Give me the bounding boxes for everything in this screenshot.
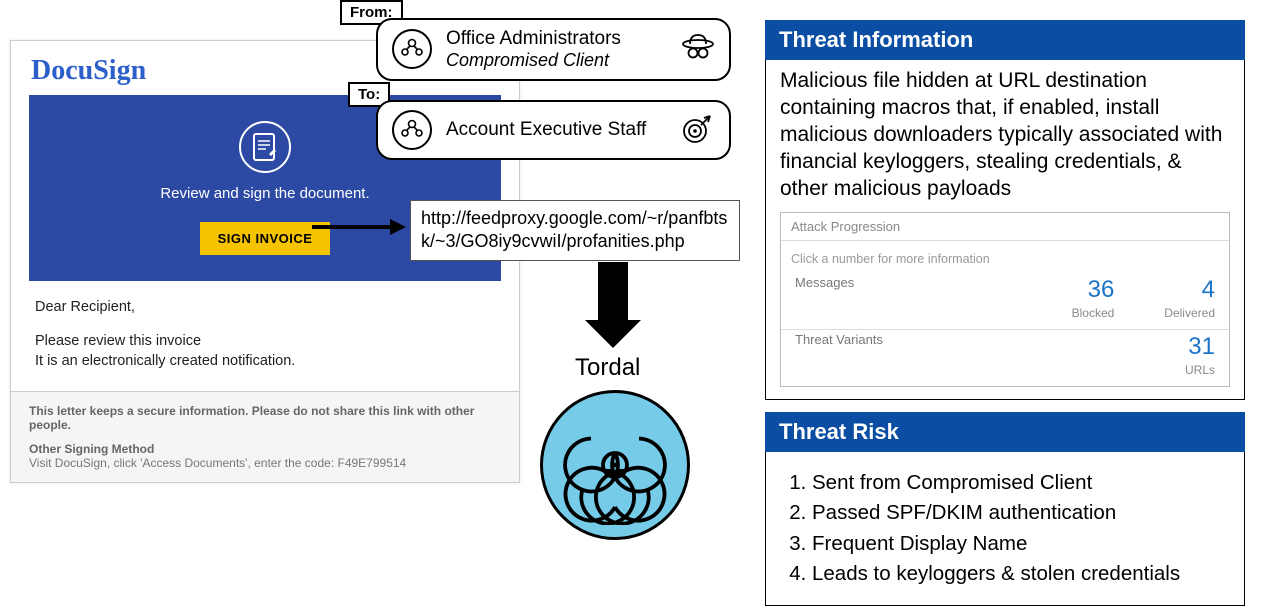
from-subtitle: Compromised Client — [446, 50, 621, 71]
people-icon — [392, 110, 432, 150]
biohazard-icon — [540, 390, 690, 540]
right-column: Threat Information Malicious file hidden… — [765, 20, 1245, 606]
down-arrow-icon — [585, 262, 641, 348]
email-line-1: Please review this invoice — [35, 333, 495, 349]
document-svg-icon — [252, 132, 278, 162]
footer-method-text: Visit DocuSign, click 'Access Documents'… — [29, 456, 501, 470]
threat-risk-item: Leads to keyloggers & stolen credentials — [812, 559, 1230, 589]
threat-risk-panel: Threat Risk Sent from Compromised Client… — [765, 412, 1245, 606]
target-icon — [681, 113, 715, 147]
footer-method-title: Other Signing Method — [29, 442, 501, 456]
arrow-head-icon — [390, 219, 406, 235]
stats-row-variants: Threat Variants 31 URLs — [781, 330, 1229, 386]
blocked-count[interactable]: 36 — [1072, 275, 1115, 306]
to-title: Account Executive Staff — [446, 119, 646, 141]
threat-info-header: Threat Information — [765, 20, 1245, 60]
to-callout: Account Executive Staff — [376, 100, 731, 160]
delivered-label: Delivered — [1164, 306, 1215, 321]
malicious-url-box: http://feedproxy.google.com/~r/panfbtsk/… — [410, 200, 740, 261]
from-title: Office Administrators — [446, 28, 621, 50]
threat-info-body: Malicious file hidden at URL destination… — [765, 60, 1245, 400]
stats-row-label: Threat Variants — [795, 332, 1185, 349]
threat-risk-item: Passed SPF/DKIM authentication — [812, 498, 1230, 528]
email-body: Dear Recipient, Please review this invoi… — [23, 281, 507, 377]
document-icon — [239, 121, 291, 173]
arrow-line — [312, 225, 392, 229]
attack-progression-box: Attack Progression Click a number for mo… — [780, 212, 1230, 387]
email-greeting: Dear Recipient, — [35, 299, 495, 315]
urls-count[interactable]: 31 — [1185, 332, 1215, 363]
threat-risk-list: Sent from Compromised Client Passed SPF/… — [802, 468, 1230, 589]
stats-title: Attack Progression — [781, 213, 1229, 241]
from-callout: Office Administrators Compromised Client — [376, 18, 731, 81]
delivered-count[interactable]: 4 — [1164, 275, 1215, 306]
malware-name-label: Tordal — [575, 354, 640, 382]
urls-label: URLs — [1185, 363, 1215, 378]
spy-icon — [681, 32, 715, 66]
threat-risk-item: Sent from Compromised Client — [812, 468, 1230, 498]
sign-invoice-button[interactable]: SIGN INVOICE — [200, 222, 331, 255]
footer-warning: This letter keeps a secure information. … — [29, 404, 501, 432]
threat-risk-header: Threat Risk — [765, 412, 1245, 452]
threat-risk-item: Frequent Display Name — [812, 529, 1230, 559]
blocked-label: Blocked — [1072, 306, 1115, 321]
email-line-2: It is an electronically created notifica… — [35, 353, 495, 369]
threat-info-description: Malicious file hidden at URL destination… — [780, 68, 1230, 202]
stats-row-label: Messages — [795, 275, 1072, 292]
people-icon — [392, 29, 432, 69]
stats-hint: Click a number for more information — [781, 241, 1229, 273]
threat-risk-body: Sent from Compromised Client Passed SPF/… — [765, 452, 1245, 606]
stats-row-messages: Messages 36 Blocked 4 Delivered — [781, 273, 1229, 329]
email-footer: This letter keeps a secure information. … — [11, 391, 519, 482]
